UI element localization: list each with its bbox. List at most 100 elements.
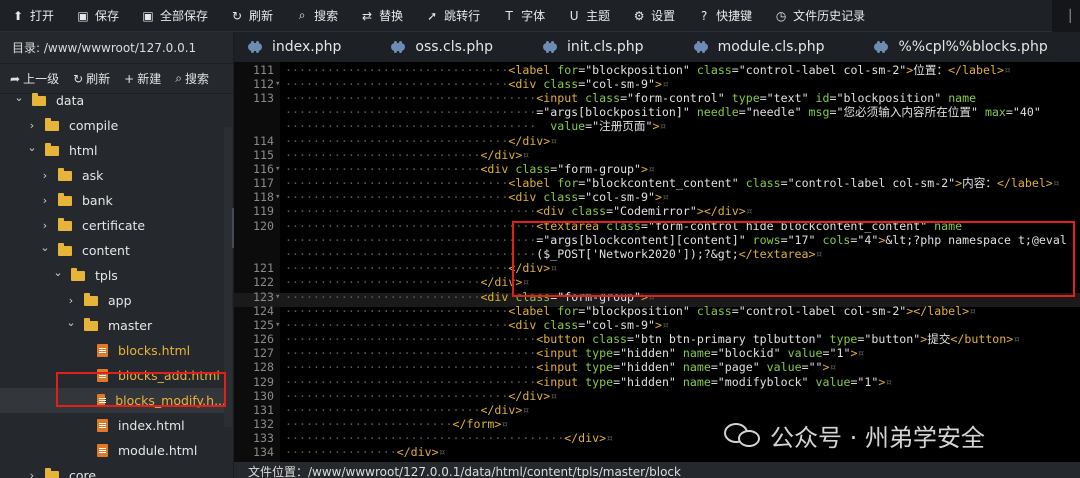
line-number: 118 (253, 190, 274, 204)
code-token: ¤ (648, 162, 655, 176)
tree-file[interactable]: blocks.html (0, 338, 226, 363)
code-token: ¤ (885, 375, 893, 389)
toolbar-button-search[interactable]: ⌕ 搜索 (284, 0, 349, 32)
code-line: 124 ································<labe… (234, 304, 1080, 318)
html-file-icon (97, 419, 108, 432)
sidebar-action-plus[interactable]: + 新建 (124, 70, 161, 87)
toolbar-button-upload[interactable]: ⬆ 打开 (0, 0, 65, 32)
tree-file[interactable]: index.html (0, 413, 226, 438)
code-token: ¤ (659, 119, 667, 133)
code-token: </textarea> (738, 247, 816, 261)
tree-file[interactable]: blocks_add.html (0, 363, 226, 388)
code-token: "blockid" (717, 346, 781, 360)
folder-icon (58, 242, 72, 256)
chevron-down-icon[interactable]: ⌄ (64, 316, 78, 329)
chevron-down-icon[interactable]: ⌄ (51, 266, 65, 279)
tree-item-label: ask (82, 168, 104, 183)
toolbar-button-refresh[interactable]: ↻ 刷新 (219, 0, 284, 32)
sidebar-action-label: 新建 (137, 72, 162, 86)
toolbar-button-history[interactable]: ◷ 文件历史记录 (763, 0, 876, 32)
tree-folder[interactable]: › core (0, 463, 226, 478)
code-token: = (710, 375, 718, 389)
toolbar-overflow-button[interactable]: ▕ (1052, 0, 1080, 32)
chevron-right-icon[interactable]: › (38, 194, 52, 207)
fold-marker-icon[interactable]: ▾ (275, 290, 283, 304)
chevron-right-icon[interactable]: › (64, 294, 78, 307)
chevron-down-icon[interactable]: ⌄ (25, 141, 39, 154)
code-token: for (557, 304, 579, 318)
tree-file[interactable]: module.html (0, 438, 226, 463)
tree-folder[interactable]: › certificate (0, 213, 226, 238)
code-token: <input (536, 375, 579, 389)
chevron-down-icon[interactable]: ⌄ (38, 241, 52, 254)
line-number: 123 (253, 290, 274, 304)
tab-init-cls-php[interactable]: init.cls.php (529, 32, 658, 62)
tree-folder[interactable]: ⌄ tpls (0, 263, 226, 288)
code-token: </div> (396, 445, 439, 459)
indent-guide: ···································· (285, 346, 537, 360)
tree-folder[interactable]: › ask (0, 163, 226, 188)
tree-folder[interactable]: › app (0, 288, 226, 313)
fold-marker-icon[interactable]: ▾ (275, 318, 283, 332)
toolbar-button-label: 字体 (521, 9, 546, 23)
toolbar-button-help[interactable]: ? 快捷键 (686, 0, 763, 32)
sidebar-scrollbar[interactable] (224, 127, 232, 427)
chevron-right-icon[interactable]: › (25, 469, 39, 478)
tree-item-label: tpls (95, 268, 118, 283)
fold-marker-icon[interactable]: ▾ (275, 77, 283, 91)
toolbar-button-jump[interactable]: ➚ 跳转行 (414, 0, 491, 32)
tree-item-label: compile (69, 118, 119, 133)
tree-folder[interactable]: › bank (0, 188, 226, 213)
code-token: "hidden" (620, 360, 676, 374)
code-content: ································<div cla… (285, 77, 669, 91)
code-token: for (557, 176, 579, 190)
code-token: <label (508, 63, 551, 77)
tree-folder[interactable]: › compile (0, 113, 226, 138)
tab-oss-cls-php[interactable]: oss.cls.php (377, 32, 507, 62)
chevron-right-icon[interactable]: › (38, 219, 52, 232)
sidebar-action-refresh[interactable]: ↻ 刷新 (73, 70, 110, 87)
code-token: = (801, 360, 809, 374)
tab--cpl-blocks-php[interactable]: %%cpl%%blocks.php (860, 32, 1061, 62)
toolbar-button-save[interactable]: ▣ 保存 (65, 0, 130, 32)
jump-icon: ➚ (427, 8, 438, 23)
sidebar-action-up-level[interactable]: ➦ 上一级 (10, 70, 59, 87)
toolbar-button-gear[interactable]: ⚙ 设置 (621, 0, 686, 32)
chevron-down-icon[interactable]: ⌄ (12, 91, 26, 104)
tree-folder[interactable]: ⌄ content (0, 238, 226, 263)
code-content: ································</div>¤ (285, 389, 557, 403)
toolbar-button-font[interactable]: T 字体 (491, 0, 556, 32)
code-token: ¤ (501, 417, 509, 431)
chevron-right-icon[interactable]: › (38, 169, 52, 182)
code-token: class (606, 219, 641, 233)
fold-marker-icon[interactable]: ▾ (275, 162, 283, 176)
tree-folder[interactable]: ⌄ master (0, 313, 226, 338)
tree-file[interactable]: blocks_modify.h... (0, 388, 226, 413)
fold-marker-icon[interactable]: ▾ (275, 190, 283, 204)
line-number: 122 (253, 275, 274, 289)
indent-guide: ································ (285, 304, 509, 318)
tab-module-cls-php[interactable]: module.cls.php (680, 32, 839, 62)
toolbar-button-save-all[interactable]: ▣ 全部保存 (130, 0, 219, 32)
code-token: "您必须输入内容所在位置" (836, 105, 978, 119)
code-editor[interactable]: 111 ································<labe… (234, 62, 1080, 462)
code-token: <input (536, 360, 579, 374)
code-token: needle (696, 105, 739, 119)
indent-guide: ···································· (285, 247, 537, 261)
code-line: 128 ····································<… (234, 360, 1080, 374)
code-content: ····························<div class="… (285, 290, 655, 304)
indent-guide: ···································· (285, 332, 537, 346)
tab-index-php[interactable]: index.php (234, 32, 355, 62)
code-token: &lt;?php namespace t;@eval (885, 233, 1067, 247)
replace-icon: ⇄ (362, 8, 373, 23)
chevron-right-icon[interactable]: › (25, 119, 39, 132)
code-token: name (682, 375, 711, 389)
sidebar-action-search[interactable]: ⌕ 搜索 (175, 70, 209, 87)
toolbar-button-theme[interactable]: U 主题 (556, 0, 621, 32)
toolbar-button-replace[interactable]: ⇄ 替换 (349, 0, 414, 32)
code-token: class (745, 176, 781, 190)
tree-folder[interactable]: ⌄ html (0, 138, 226, 163)
tree-folder[interactable]: ⌄ data (0, 88, 226, 113)
